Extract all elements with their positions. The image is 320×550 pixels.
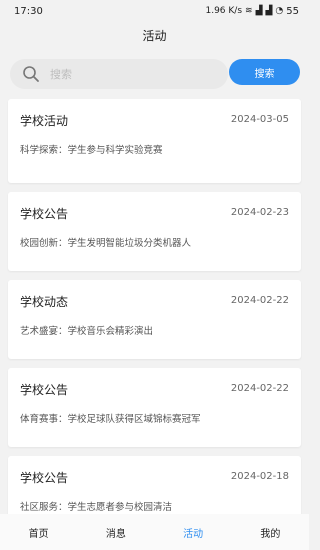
card-date: 2024-02-22 [230,295,289,306]
tab-messages[interactable]: 消息 [86,525,146,540]
signal-icon-2: ▟ [265,6,273,16]
battery-level: 55 [286,5,299,17]
tab-profile[interactable]: 我的 [240,525,300,540]
card-date: 2024-02-23 [230,207,289,218]
card-title: 学校公告 [20,207,69,221]
card-description: 艺术盛宴：学校音乐会精彩演出 [20,326,154,337]
list-item[interactable]: 学校活动 2024-03-05 科学探索：学生参与科学实验竞赛 [8,99,301,183]
search-button[interactable]: 搜索 [229,59,300,85]
card-description: 校园创新：学生发明智能垃圾分类机器人 [20,238,192,249]
signal-icon: ▟ [255,6,263,16]
status-bar: 17:30 1.96 K/s ≋ ▟ ▟ ◔ 55 [0,0,309,22]
card-title: 学校活动 [20,114,69,128]
card-description: 体育赛事：学校足球队获得区域锦标赛冠军 [20,414,201,425]
list-item[interactable]: 学校公告 2024-02-22 体育赛事：学校足球队获得区域锦标赛冠军 [8,368,301,447]
tab-activities[interactable]: 活动 [163,525,223,540]
network-speed: 1.96 K/s [205,6,243,16]
search-box[interactable] [10,59,228,89]
card-description: 社区服务：学生志愿者参与校园清洁 [20,502,173,513]
bottom-tab-bar: 首页 消息 活动 我的 [0,514,309,550]
tab-home[interactable]: 首页 [9,525,69,540]
list-item[interactable]: 学校公告 2024-02-23 校园创新：学生发明智能垃圾分类机器人 [8,192,301,271]
list-item[interactable]: 学校动态 2024-02-22 艺术盛宴：学校音乐会精彩演出 [8,280,301,359]
list-item[interactable]: 学校公告 2024-02-18 社区服务：学生志愿者参与校园清洁 [8,456,301,514]
card-date: 2024-03-05 [230,114,289,125]
wifi-icon: ≋ [245,6,253,16]
card-description: 科学探索：学生参与科学实验竞赛 [20,145,163,156]
activity-list: 学校活动 2024-03-05 科学探索：学生参与科学实验竞赛 学校公告 202… [0,99,309,514]
battery-icon: ◔ [275,6,284,16]
card-title: 学校动态 [20,295,69,309]
search-input[interactable] [48,66,212,82]
status-time: 17:30 [14,5,43,17]
card-title: 学校公告 [20,471,69,485]
card-date: 2024-02-18 [230,471,289,482]
card-title: 学校公告 [20,383,69,397]
search-bar: 搜索 [0,52,309,92]
search-icon [22,65,40,83]
status-icons: 1.96 K/s ≋ ▟ ▟ ◔ 55 [205,6,299,17]
page-title: 活动 [142,28,167,43]
card-date: 2024-02-22 [230,383,289,394]
